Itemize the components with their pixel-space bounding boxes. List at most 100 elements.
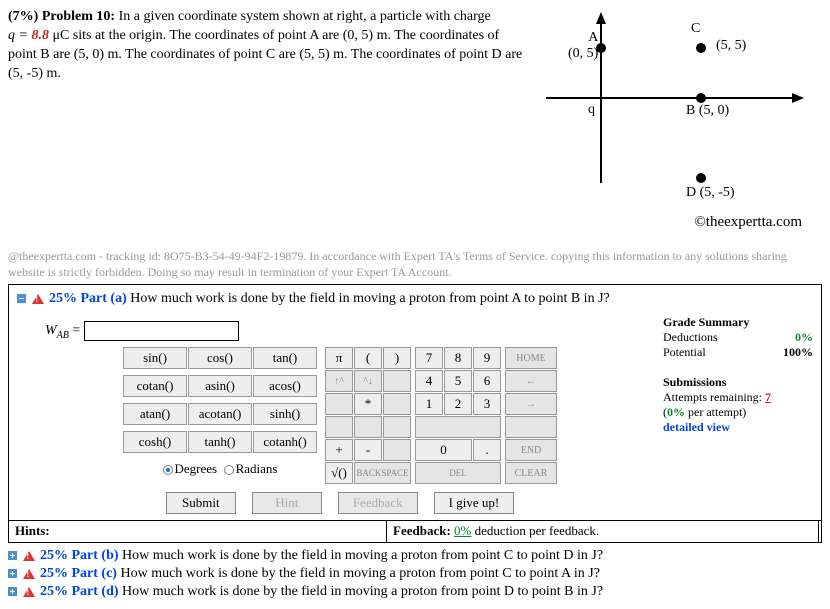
btn-rparen[interactable]: ) [383, 347, 411, 369]
feedback-post: deduction per feedback. [471, 523, 599, 538]
btn-8[interactable]: 8 [444, 347, 472, 369]
attempts-value[interactable]: 7 [765, 390, 771, 404]
btn-empty4[interactable] [325, 416, 353, 438]
perattempt-value: 0% [667, 405, 685, 419]
btn-empty7[interactable] [383, 439, 411, 461]
btn-lparen[interactable]: ( [354, 347, 382, 369]
feedback-value[interactable]: 0% [454, 523, 471, 538]
btn-9[interactable]: 9 [473, 347, 501, 369]
btn-end[interactable]: END [505, 439, 557, 461]
potential-value: 100% [783, 345, 813, 360]
giveup-button[interactable]: I give up! [434, 492, 515, 514]
btn-clear[interactable]: CLEAR [505, 462, 557, 484]
radio-degrees[interactable] [163, 465, 173, 475]
submit-button[interactable]: Submit [166, 492, 236, 514]
deductions-value: 0% [795, 330, 813, 345]
btn-sin[interactable]: sin() [123, 347, 187, 369]
btn-empty1[interactable] [383, 370, 411, 392]
label-D: D (5, -5) [686, 185, 735, 201]
btn-cotanh[interactable]: cotanh() [253, 431, 317, 453]
tracking-notice: @theexpertta.com - tracking id: 8O75-B3-… [8, 249, 822, 280]
attempts-label: Attempts remaining: [663, 390, 762, 404]
part-a-percent: 25% Part (a) [49, 291, 127, 306]
collapse-icon[interactable] [17, 294, 26, 303]
feedback-label: Feedback: [393, 523, 454, 538]
expand-icon[interactable] [8, 587, 17, 596]
btn-empty2[interactable] [325, 393, 353, 415]
btn-empty6[interactable] [383, 416, 411, 438]
btn-tan[interactable]: tan() [253, 347, 317, 369]
btn-6[interactable]: 6 [473, 370, 501, 392]
btn-1[interactable]: 1 [415, 393, 443, 415]
btn-left[interactable]: ← [505, 370, 557, 392]
btn-home[interactable]: HOME [505, 347, 557, 369]
feedback-cell: Feedback: 0% deduction per feedback. [387, 521, 819, 542]
btn-empty5[interactable] [354, 416, 382, 438]
perattempt-post: per attempt) [685, 405, 746, 419]
btn-plus[interactable]: + [325, 439, 353, 461]
btn-blank-row[interactable] [415, 416, 501, 438]
part-b-percent: 25% Part (b) [40, 548, 119, 563]
part-c-percent: 25% Part (c) [40, 566, 117, 581]
btn-2[interactable]: 2 [444, 393, 472, 415]
part-b-question: How much work is done by the field in mo… [119, 548, 604, 563]
other-parts: 25% Part (b) How much work is done by th… [8, 547, 822, 601]
grade-summary: Grade Summary Deductions0% Potential100%… [663, 315, 813, 514]
grade-header: Grade Summary [663, 315, 813, 330]
btn-backspace[interactable]: BACKSPACE [354, 462, 411, 484]
problem-statement: (7%) Problem 10: In a given coordinate s… [8, 8, 528, 208]
answer-row: WAB = [45, 321, 663, 341]
label-C: C [691, 21, 700, 37]
sym-grid: π ( ) ↑^ ^↓ * + - [325, 347, 411, 484]
btn-sqrt[interactable]: √() [325, 462, 353, 484]
problem-number: (7%) Problem 10: [8, 9, 119, 24]
btn-sinh[interactable]: sinh() [253, 403, 317, 425]
problem-header: (7%) Problem 10: In a given coordinate s… [8, 8, 822, 208]
btn-cosh[interactable]: cosh() [123, 431, 187, 453]
part-a-box: 25% Part (a) How much work is done by th… [8, 284, 822, 521]
equals-sign: = [69, 323, 84, 338]
hint-button[interactable]: Hint [252, 492, 322, 514]
label-B: B (5, 0) [686, 103, 729, 119]
coord-C: (5, 5) [716, 38, 746, 54]
btn-atan[interactable]: atan() [123, 403, 187, 425]
btn-acos[interactable]: acos() [253, 375, 317, 397]
expand-icon[interactable] [8, 569, 17, 578]
part-a-header: 25% Part (a) How much work is done by th… [17, 291, 813, 307]
answer-input[interactable] [84, 321, 239, 341]
btn-3[interactable]: 3 [473, 393, 501, 415]
btn-minus[interactable]: - [354, 439, 382, 461]
func-grid: sin() cos() tan() cotan() asin() acos() … [123, 347, 317, 484]
btn-right[interactable]: → [505, 393, 557, 415]
btn-0[interactable]: 0 [415, 439, 472, 461]
btn-pi[interactable]: π [325, 347, 353, 369]
btn-sup[interactable]: ↑^ [325, 370, 353, 392]
btn-del[interactable]: DEL [415, 462, 501, 484]
detailed-view-link[interactable]: detailed view [663, 420, 813, 435]
potential-label: Potential [663, 345, 706, 360]
warning-icon [32, 294, 44, 304]
btn-acotan[interactable]: acotan() [188, 403, 252, 425]
btn-empty3[interactable] [383, 393, 411, 415]
btn-sub[interactable]: ^↓ [354, 370, 382, 392]
btn-blank[interactable] [505, 416, 557, 438]
part-d-question: How much work is done by the field in mo… [119, 584, 604, 599]
site-copyright: ©theexpertta.com [8, 208, 822, 231]
btn-tanh[interactable]: tanh() [188, 431, 252, 453]
btn-asin[interactable]: asin() [188, 375, 252, 397]
feedback-button[interactable]: Feedback [338, 492, 418, 514]
btn-7[interactable]: 7 [415, 347, 443, 369]
btn-4[interactable]: 4 [415, 370, 443, 392]
btn-dot[interactable]: . [473, 439, 501, 461]
warning-icon [23, 551, 35, 561]
var-sub: AB [57, 330, 69, 341]
btn-cos[interactable]: cos() [188, 347, 252, 369]
num-grid: 7 8 9 4 5 6 1 2 3 0 . DEL [415, 347, 501, 484]
btn-mult[interactable]: * [354, 393, 382, 415]
hints-feedback-row: Hints: Feedback: 0% deduction per feedba… [8, 521, 822, 543]
coordinate-diagram: A(0, 5) C (5, 5) q B (5, 0) D (5, -5) [536, 8, 822, 208]
btn-5[interactable]: 5 [444, 370, 472, 392]
btn-cotan[interactable]: cotan() [123, 375, 187, 397]
expand-icon[interactable] [8, 551, 17, 560]
radio-radians[interactable] [224, 465, 234, 475]
